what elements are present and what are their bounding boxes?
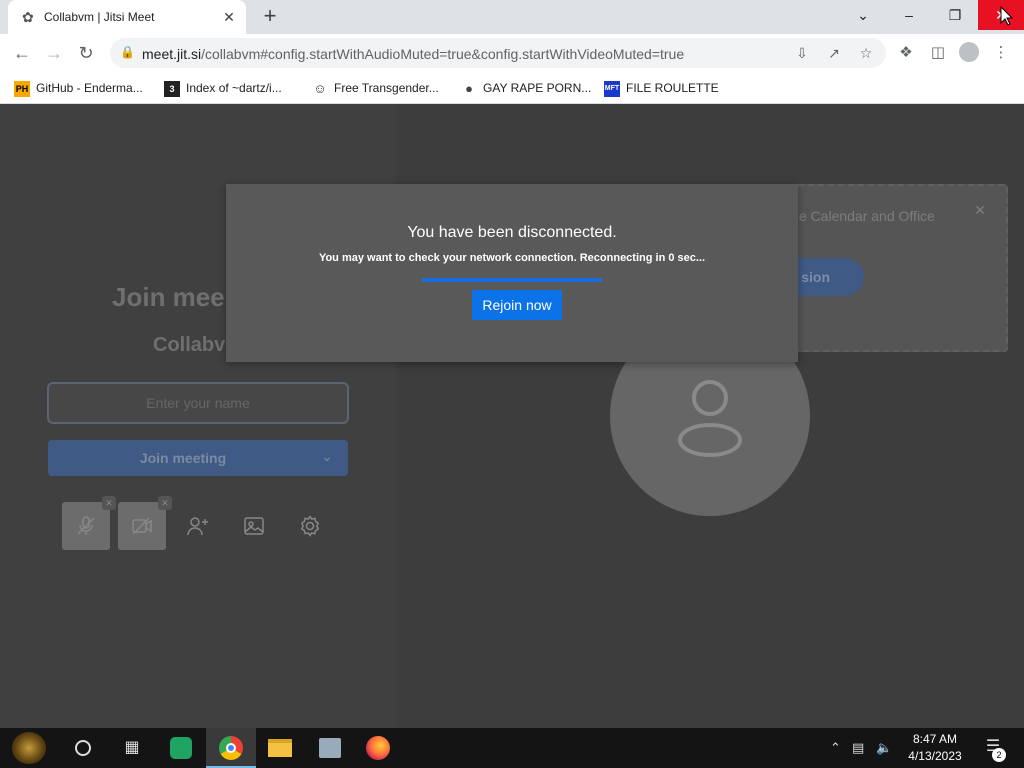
gear-icon	[300, 515, 320, 537]
taskbar-firefox-app[interactable]	[354, 728, 402, 768]
action-center-button[interactable]: ☰ 2	[980, 736, 1006, 762]
chevron-down-icon[interactable]: ⌄	[318, 448, 336, 466]
url-text[interactable]: meet.jit.si/collabvm#config.startWithAud…	[142, 46, 684, 62]
task-view-icon[interactable]: ▦	[108, 728, 156, 768]
bookmark-label: FILE ROULETTE	[626, 81, 719, 95]
start-orb-icon	[12, 732, 46, 764]
folder-icon	[268, 739, 292, 757]
system-clock[interactable]: 8:47 AM 4/13/2023	[902, 731, 968, 765]
notification-text: gle Calendar and Office	[788, 208, 935, 224]
windows-taskbar: ▦ ⌃ ▤ 🔈 8:47 AM 4/13/2023 ☰ 2	[0, 728, 1024, 768]
reload-icon[interactable]: ↻	[72, 39, 100, 67]
url-path: /collabvm#config.startWithAudioMuted=tru…	[201, 46, 685, 62]
user-silhouette-icon	[678, 380, 742, 457]
notification-count-badge: 2	[992, 748, 1006, 762]
bookmark-label: Free Transgender...	[334, 81, 439, 95]
bookmark-globe[interactable]: ● GAY RAPE PORN...	[461, 78, 591, 98]
bookmark-icon: PH	[14, 80, 30, 97]
search-button[interactable]	[60, 728, 108, 768]
kebab-menu-icon[interactable]: ⋮	[990, 42, 1012, 64]
bookmark-index[interactable]: 3 Index of ~dartz/i...	[164, 78, 282, 98]
profile-avatar-icon[interactable]	[958, 42, 980, 64]
lock-icon[interactable]: 🔒	[120, 45, 135, 59]
bookmarks-bar: PH GitHub - Enderma... 3 Index of ~dartz/i…	[0, 72, 1024, 104]
firefox-icon	[366, 736, 390, 760]
tray-chevron-up-icon[interactable]: ⌃	[830, 728, 841, 768]
new-tab-button[interactable]: +	[258, 5, 282, 29]
volume-muted-icon[interactable]: 🔈	[876, 728, 892, 768]
image-icon	[244, 517, 264, 535]
room-name: Collabv	[153, 334, 226, 356]
bookmark-file-roulette[interactable]: MFT FILE ROULETTE	[604, 78, 719, 98]
search-circle-icon	[75, 740, 91, 756]
tab-close-icon[interactable]: ✕	[220, 8, 238, 26]
join-meeting-label: Join meeting	[139, 450, 227, 466]
close-icon[interactable]: ✕	[974, 202, 986, 219]
name-input[interactable]	[47, 382, 349, 424]
install-icon[interactable]: ⇩	[792, 44, 812, 62]
minimize-button[interactable]: –	[886, 0, 932, 30]
bookmark-label: Index of ~dartz/i...	[186, 81, 282, 95]
restore-button[interactable]: ❐	[932, 0, 978, 30]
virtual-background-button[interactable]	[230, 502, 278, 550]
mouse-cursor-icon	[1000, 6, 1014, 26]
bookmark-free[interactable]: ☺ Free Transgender...	[312, 78, 439, 98]
photos-icon	[319, 738, 341, 758]
tab-title: Collabvm | Jitsi Meet	[44, 10, 155, 24]
invite-people-button[interactable]	[174, 502, 222, 550]
url-host: meet.jit.si	[142, 46, 202, 62]
bookmark-star-icon[interactable]: ☆	[856, 44, 876, 62]
bookmark-mask-icon: ☺	[313, 80, 327, 96]
side-panel-icon[interactable]: ◫	[927, 42, 949, 64]
progress-fill	[422, 278, 602, 282]
settings-button[interactable]	[286, 502, 334, 550]
dialog-message: You may want to check your network conne…	[318, 252, 706, 264]
network-icon[interactable]: ▤	[852, 728, 864, 768]
join-meeting-button[interactable]: Join meeting ⌄	[48, 440, 348, 476]
bookmark-label: GitHub - Enderma...	[36, 81, 143, 95]
bookmark-github[interactable]: PH GitHub - Enderma...	[14, 78, 143, 98]
taskbar-file-explorer[interactable]	[256, 728, 304, 768]
disconnected-dialog: You have been disconnected. You may want…	[226, 184, 798, 362]
extensions-puzzle-icon[interactable]: ❖	[895, 42, 917, 64]
globe-icon: ●	[465, 80, 473, 96]
taskbar-chrome-app[interactable]	[206, 728, 256, 768]
rejoin-now-button[interactable]: Rejoin now	[472, 290, 562, 320]
mic-off-icon	[77, 516, 95, 535]
sheets-icon	[170, 737, 192, 759]
camera-options-icon[interactable]: ✕	[158, 496, 172, 510]
jitsi-favicon-icon: ✿	[22, 9, 34, 25]
browser-toolbar: ← → ↻ 🔒 meet.jit.si/collabvm#config.star…	[0, 34, 1024, 72]
tab-search-chevron-icon[interactable]: ⌄	[840, 0, 886, 30]
clock-time: 8:47 AM	[912, 732, 958, 746]
taskbar-photos-app[interactable]	[306, 728, 354, 768]
camera-muted-button[interactable]: ✕	[118, 496, 172, 550]
join-meeting-title: Join mee	[112, 282, 225, 312]
back-arrow-icon[interactable]: ←	[8, 39, 36, 67]
bookmark-icon: 3	[164, 80, 180, 97]
address-bar[interactable]: 🔒 meet.jit.si/collabvm#config.startWithA…	[110, 38, 886, 68]
forward-arrow-icon[interactable]: →	[40, 39, 68, 67]
dialog-title: You have been disconnected.	[407, 224, 617, 241]
mic-options-icon[interactable]: ✕	[102, 496, 116, 510]
taskbar-sheets-app[interactable]	[158, 728, 206, 768]
share-icon[interactable]: ↗	[824, 44, 844, 62]
add-person-icon	[187, 517, 208, 536]
tab-strip: ✿ Collabvm | Jitsi Meet ✕ + ⌄ – ❐ ✕	[0, 0, 1024, 34]
chrome-icon	[219, 736, 243, 760]
bookmark-label: GAY RAPE PORN...	[483, 81, 592, 95]
reconnect-progress-bar	[422, 278, 602, 282]
mic-muted-button[interactable]: ✕	[62, 496, 116, 550]
jitsi-page: Join mee Collabv Join meeting ⌄ ✕ ✕ gle …	[0, 104, 1024, 728]
browser-tab[interactable]: ✿ Collabvm | Jitsi Meet ✕	[8, 0, 246, 34]
clock-date: 4/13/2023	[908, 749, 962, 763]
start-button[interactable]	[6, 728, 54, 768]
notification-action-label: sion	[801, 269, 830, 285]
camera-off-icon	[132, 517, 152, 535]
bookmark-icon: MFT	[604, 80, 620, 97]
